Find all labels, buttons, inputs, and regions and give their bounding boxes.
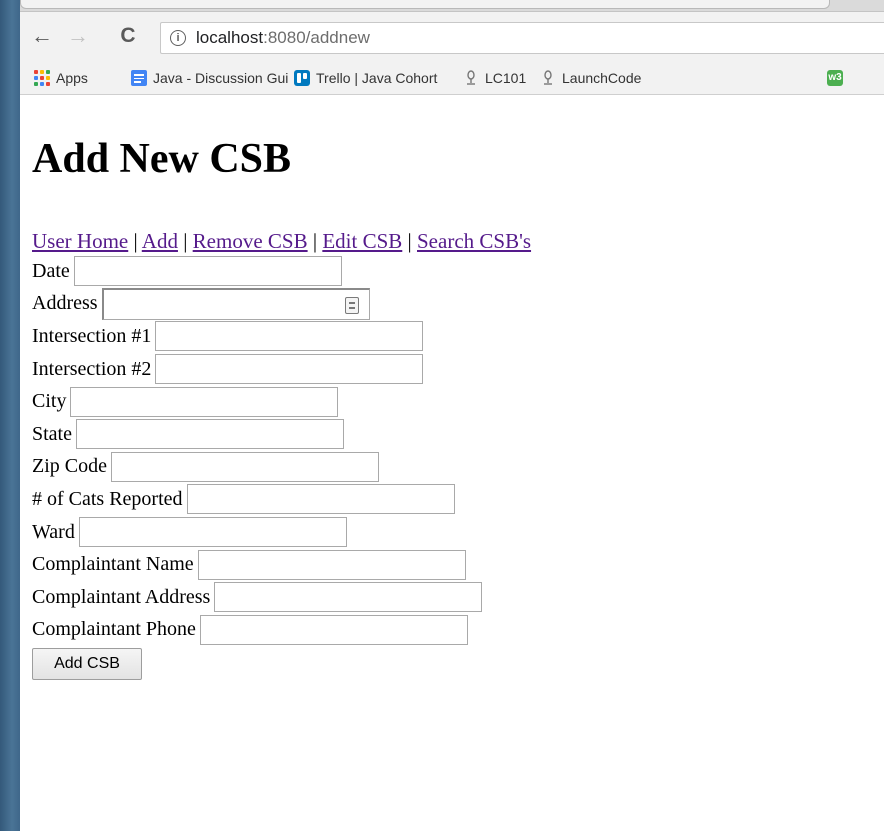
field-label: Intersection #2 <box>32 357 152 380</box>
form-row-intersection-2: Intersection #2 <box>32 353 482 386</box>
url-text[interactable]: localhost:8080/addnew <box>196 28 370 48</box>
address-field[interactable] <box>103 289 334 318</box>
bookmark-w3schools[interactable]: w3 <box>827 69 867 87</box>
tab-strip <box>20 0 884 12</box>
bookmark-label: LC101 <box>485 70 527 86</box>
nav-separator: | <box>177 229 193 253</box>
form-row-complaintant-address: Complaintant Address <box>32 581 483 614</box>
nav-separator: | <box>128 229 142 253</box>
zip-code-field[interactable] <box>111 451 379 482</box>
field-label: Zip Code <box>32 455 107 478</box>
nav-link-edit-csb[interactable]: Edit CSB <box>322 229 402 253</box>
field-label: Ward <box>32 520 75 543</box>
form-row-city: City <box>32 385 482 418</box>
bookmark-label: Trello | Java Cohort <box>316 70 438 86</box>
bookmark-launchcode[interactable]: LaunchCode <box>540 69 650 87</box>
bookmark-java-discussion[interactable]: Java - Discussion Gui <box>131 69 289 87</box>
bookmark-apps[interactable]: Apps <box>34 69 124 87</box>
field-label: Address <box>32 292 98 315</box>
field-label: City <box>32 390 67 413</box>
field-label: Complaintant Address <box>32 585 211 608</box>
nav-link-user-home[interactable]: User Home <box>32 229 128 253</box>
trello-icon <box>294 70 310 86</box>
browser-toolbar: ← → C i localhost:8080/addnew <box>20 12 884 60</box>
url-host: localhost <box>196 28 264 47</box>
apps-grid-icon <box>34 70 50 86</box>
form-row-complaintant-phone: Complaintant Phone <box>32 614 482 647</box>
add-csb-button[interactable]: Add CSB <box>32 648 142 681</box>
site-info-icon[interactable]: i <box>170 30 186 46</box>
field-label: Date <box>32 259 70 282</box>
bookmark-lc101[interactable]: LC101 <box>463 69 543 87</box>
form-row-complaintant-name: Complaintant Name <box>32 548 482 581</box>
bookmark-label: Apps <box>56 70 88 86</box>
nav-link-remove-csb[interactable]: Remove CSB <box>193 229 308 253</box>
form-row-state: State <box>32 418 482 451</box>
field-label: # of Cats Reported <box>32 487 183 510</box>
ward-field[interactable] <box>78 517 347 548</box>
launchcode-pin-icon <box>540 70 556 86</box>
intersection-1-field[interactable] <box>155 321 424 352</box>
complaintant-address-field[interactable] <box>214 582 483 613</box>
add-csb-form: Date Address Intersection #1 Intersectio… <box>32 255 483 681</box>
field-label: State <box>32 422 72 445</box>
form-row-cats-reported: # of Cats Reported <box>32 483 482 516</box>
nav-link-add[interactable]: Add <box>142 229 178 253</box>
bookmarks-bar: Apps Java - Discussion Gui Trello | Java… <box>20 60 884 95</box>
complaintant-phone-field[interactable] <box>199 614 468 645</box>
desktop-background <box>0 0 20 831</box>
field-label: Complaintant Name <box>32 553 194 576</box>
state-field[interactable] <box>76 419 344 450</box>
complaintant-name-field[interactable] <box>197 549 466 580</box>
back-arrow-icon[interactable]: ← <box>30 22 54 50</box>
cats-reported-field[interactable] <box>186 484 455 515</box>
url-path: :8080/addnew <box>263 28 370 47</box>
active-tab-edge[interactable] <box>20 0 830 9</box>
form-row-zip-code: Zip Code <box>32 451 482 484</box>
bookmark-trello[interactable]: Trello | Java Cohort <box>294 69 454 87</box>
launchcode-pin-icon <box>463 70 479 86</box>
address-field-wrapper[interactable] <box>101 287 370 320</box>
city-field[interactable] <box>70 386 339 417</box>
field-label: Complaintant Phone <box>32 618 196 641</box>
forward-arrow-icon[interactable]: → <box>66 22 90 50</box>
page-nav: User Home | Add | Remove CSB | Edit CSB … <box>32 229 531 253</box>
autofill-icon[interactable] <box>344 296 359 314</box>
address-bar[interactable]: i localhost:8080/addnew <box>160 22 884 54</box>
form-row-intersection-1: Intersection #1 <box>32 320 482 353</box>
bookmark-label: Java - Discussion Gui <box>153 70 289 86</box>
form-row-address: Address <box>32 287 482 321</box>
page-title: Add New CSB <box>32 136 292 182</box>
form-row-ward: Ward <box>32 516 482 549</box>
nav-separator: | <box>307 229 323 253</box>
browser-window: ← → C i localhost:8080/addnew Apps Java … <box>20 0 884 831</box>
w3schools-icon: w3 <box>827 70 843 86</box>
nav-link-search-csbs[interactable]: Search CSB's <box>417 229 531 253</box>
date-field[interactable] <box>73 256 342 287</box>
docs-icon <box>131 70 147 86</box>
reload-icon[interactable]: C <box>116 22 140 50</box>
form-row-date: Date <box>32 255 482 288</box>
intersection-2-field[interactable] <box>155 354 424 385</box>
bookmark-label: LaunchCode <box>562 70 642 86</box>
field-label: Intersection #1 <box>32 324 152 347</box>
nav-separator: | <box>402 229 417 253</box>
